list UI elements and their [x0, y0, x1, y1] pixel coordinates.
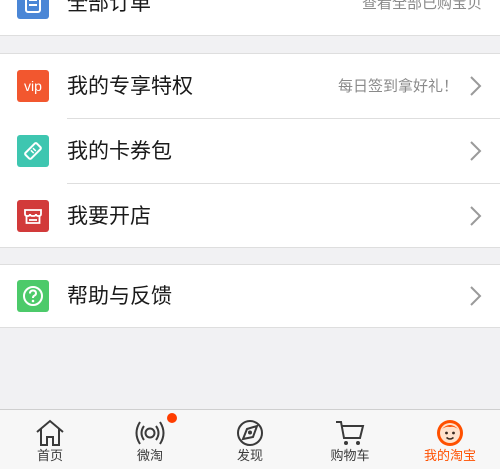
- tab-label: 发现: [236, 449, 263, 464]
- order-list-icon: [17, 0, 49, 19]
- all-orders-label: 全部订单: [67, 0, 151, 15]
- tab-home[interactable]: 首页: [0, 410, 100, 469]
- my-taobao-icon: [437, 420, 463, 446]
- divider: [0, 247, 500, 248]
- tab-label: 首页: [36, 449, 63, 464]
- menu-item-label: 我的专享特权: [67, 73, 193, 98]
- discover-icon: [237, 420, 263, 446]
- tab-cart[interactable]: 购物车: [300, 410, 400, 469]
- menu-item-label: 我的卡券包: [67, 138, 172, 163]
- menu-group: vip 我的专享特权 每日签到拿好礼！ 我的卡券包 我要开店: [0, 54, 500, 247]
- tab-weitao[interactable]: 微淘: [100, 410, 200, 469]
- menu-item-label: 我要开店: [67, 203, 151, 228]
- chevron-right-icon: [470, 76, 482, 96]
- menu-item-hint: 每日签到拿好礼！: [337, 76, 458, 95]
- divider: [0, 35, 500, 36]
- shop-icon: [17, 200, 49, 232]
- all-orders-hint: 查看全部已购宝贝: [361, 0, 482, 12]
- orders-section: 全部订单 查看全部已购宝贝: [0, 0, 500, 35]
- chevron-right-icon: [470, 206, 482, 226]
- bottom-tab-bar: 首页 微淘 发现 购物车 我的淘宝: [0, 409, 500, 469]
- tab-label: 我的淘宝: [423, 449, 476, 464]
- vip-icon: vip: [17, 70, 49, 102]
- menu-item-open-shop[interactable]: 我要开店: [0, 184, 500, 248]
- tab-discover[interactable]: 发现: [200, 410, 300, 469]
- tab-label: 微淘: [136, 449, 163, 464]
- chevron-right-icon: [470, 286, 482, 306]
- menu-item-coupon-wallet[interactable]: 我的卡券包: [0, 119, 500, 183]
- help-group: 帮助与反馈: [0, 265, 500, 327]
- all-orders-row[interactable]: 全部订单 查看全部已购宝贝: [0, 0, 500, 35]
- cart-icon: [336, 421, 365, 445]
- divider: [0, 327, 500, 328]
- menu-item-vip-privilege[interactable]: vip 我的专享特权 每日签到拿好礼！: [0, 54, 500, 118]
- home-icon: [36, 419, 64, 446]
- tab-my-taobao[interactable]: 我的淘宝: [400, 410, 500, 469]
- vip-icon-text: vip: [24, 78, 42, 94]
- help-icon: [17, 280, 49, 312]
- menu-item-help-feedback[interactable]: 帮助与反馈: [0, 264, 500, 328]
- notification-dot: [167, 413, 177, 423]
- coupon-icon: [17, 135, 49, 167]
- chevron-right-icon: [470, 141, 482, 161]
- menu-item-label: 帮助与反馈: [67, 283, 172, 308]
- tab-label: 购物车: [330, 449, 370, 464]
- broadcast-icon: [135, 421, 165, 445]
